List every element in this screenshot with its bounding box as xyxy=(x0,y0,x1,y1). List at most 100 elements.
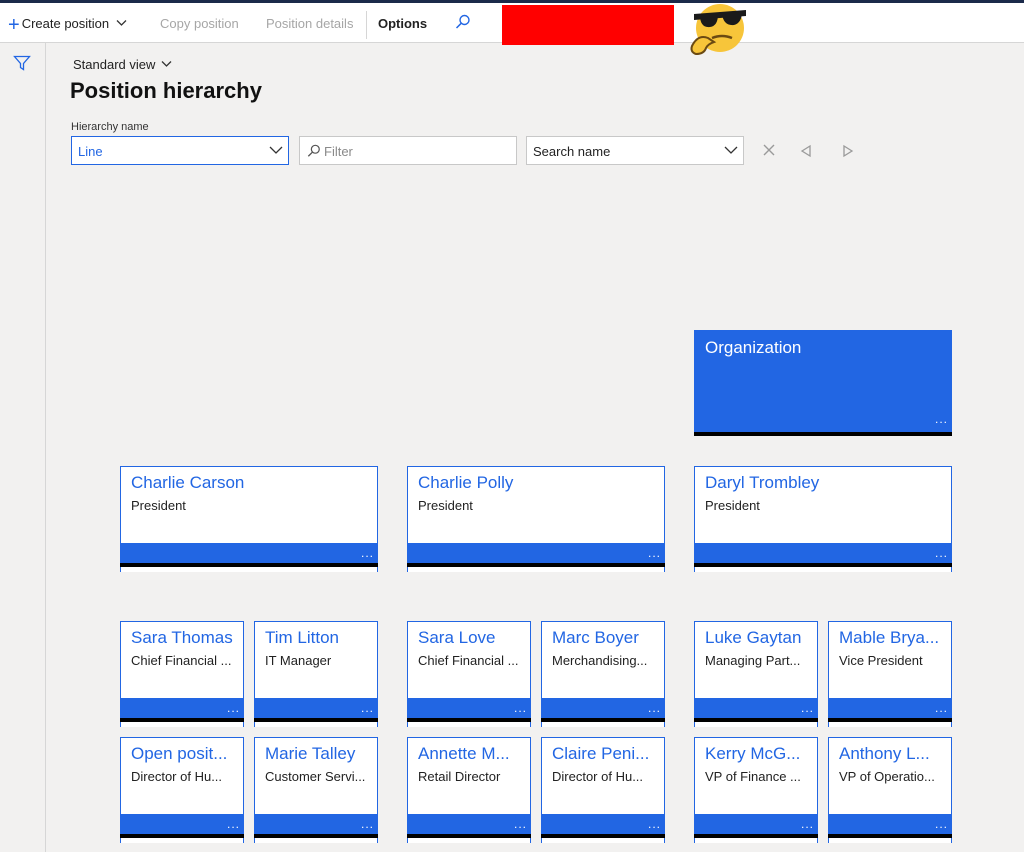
position-holder-name: Anthony L... xyxy=(839,744,930,763)
triangle-right-icon xyxy=(843,144,854,158)
filter-pane-button[interactable] xyxy=(13,55,31,76)
more-options-icon[interactable]: ... xyxy=(361,546,374,560)
position-title: Chief Financial ... xyxy=(418,653,519,668)
more-options-icon[interactable]: ... xyxy=(361,701,374,715)
position-card[interactable]: Annette M... Retail Director ... xyxy=(407,737,531,843)
organization-node[interactable]: Organization ... xyxy=(694,330,952,436)
card-footer: ... xyxy=(254,814,378,838)
action-pane: + Create position Copy position Position … xyxy=(0,0,1024,45)
card-footer: ... xyxy=(120,698,244,722)
position-holder-name: Sara Love xyxy=(418,628,496,647)
position-holder-name: Daryl Trombley xyxy=(705,473,820,492)
page-title: Position hierarchy xyxy=(70,78,262,103)
card-footer: ... xyxy=(828,814,952,838)
search-icon xyxy=(455,14,470,29)
position-holder-name: Kerry McG... xyxy=(705,744,801,763)
left-rail xyxy=(0,43,46,852)
position-title: President xyxy=(131,498,186,513)
create-position-button[interactable]: + Create position xyxy=(8,14,127,36)
more-options-icon[interactable]: ... xyxy=(648,817,661,831)
search-icon xyxy=(307,144,320,157)
position-card[interactable]: Marie Talley Customer Servi... ... xyxy=(254,737,378,843)
search-name-select[interactable]: Search name xyxy=(526,136,744,165)
card-footer: ... xyxy=(407,698,531,722)
view-selector[interactable]: Standard view xyxy=(73,57,172,72)
position-card[interactable]: Marc Boyer Merchandising... ... xyxy=(541,621,665,727)
more-options-icon[interactable]: ... xyxy=(935,546,948,560)
card-footer: ... xyxy=(120,814,244,838)
card-footer: ... xyxy=(694,698,818,722)
copy-position-button[interactable]: Copy position xyxy=(160,15,239,33)
position-holder-name: Charlie Polly xyxy=(418,473,514,492)
hierarchy-name-select[interactable]: Line xyxy=(71,136,289,165)
chevron-down-icon xyxy=(724,146,738,154)
hierarchy-name-value: Line xyxy=(78,144,103,159)
position-title: President xyxy=(418,498,473,513)
position-holder-name: Marie Talley xyxy=(265,744,356,763)
more-options-icon[interactable]: ... xyxy=(227,701,240,715)
position-title: VP of Finance ... xyxy=(705,769,801,784)
position-card[interactable]: Luke Gaytan Managing Part... ... xyxy=(694,621,818,727)
options-button[interactable]: Options xyxy=(378,15,427,33)
search-button[interactable] xyxy=(455,14,471,35)
position-card[interactable]: Mable Brya... Vice President ... xyxy=(828,621,952,727)
position-card[interactable]: Tim Litton IT Manager ... xyxy=(254,621,378,727)
more-options-icon[interactable]: ... xyxy=(801,817,814,831)
more-options-icon[interactable]: ... xyxy=(514,817,527,831)
close-icon xyxy=(763,144,775,156)
position-holder-name: Annette M... xyxy=(418,744,510,763)
more-options-icon[interactable]: ... xyxy=(227,817,240,831)
more-options-icon[interactable]: ... xyxy=(935,817,948,831)
position-card[interactable]: Charlie Polly President ... xyxy=(407,466,665,572)
position-holder-name: Marc Boyer xyxy=(552,628,639,647)
next-result-button[interactable] xyxy=(842,144,854,163)
redacted-block xyxy=(502,5,674,45)
position-card[interactable]: Anthony L... VP of Operatio... ... xyxy=(828,737,952,843)
position-card[interactable]: Claire Peni... Director of Hu... ... xyxy=(541,737,665,843)
position-title: IT Manager xyxy=(265,653,332,668)
position-title: Director of Hu... xyxy=(552,769,644,784)
filter-input[interactable] xyxy=(324,141,510,161)
node-name: Organization xyxy=(705,338,802,357)
card-footer: ... xyxy=(694,543,952,567)
card-footer: ... xyxy=(541,814,665,838)
search-name-value: Search name xyxy=(533,144,611,159)
plus-icon: + xyxy=(8,14,20,36)
position-holder-name: Mable Brya... xyxy=(839,628,940,647)
position-title: Customer Servi... xyxy=(265,769,366,784)
more-options-icon[interactable]: ... xyxy=(935,701,948,715)
position-holder-name: Open posit... xyxy=(131,744,228,763)
previous-result-button[interactable] xyxy=(800,144,812,163)
card-footer: ... xyxy=(407,543,665,567)
clear-search-button[interactable] xyxy=(762,143,776,162)
card-footer: ... xyxy=(120,543,378,567)
position-card[interactable]: Charlie Carson President ... xyxy=(120,466,378,572)
position-details-button[interactable]: Position details xyxy=(266,15,353,33)
more-options-icon[interactable]: ... xyxy=(514,701,527,715)
position-card[interactable]: Daryl Trombley President ... xyxy=(694,466,952,572)
position-title: Director of Hu... xyxy=(131,769,223,784)
position-title: VP of Operatio... xyxy=(839,769,935,784)
position-card[interactable]: Kerry McG... VP of Finance ... ... xyxy=(694,737,818,843)
position-card[interactable]: Sara Thomas Chief Financial ... ... xyxy=(120,621,244,727)
position-title: Merchandising... xyxy=(552,653,648,668)
more-options-icon[interactable]: ... xyxy=(648,701,661,715)
more-options-icon[interactable]: ... xyxy=(648,546,661,560)
more-options-icon[interactable]: ... xyxy=(935,412,948,426)
card-footer: ... xyxy=(407,814,531,838)
triangle-left-icon xyxy=(800,144,811,158)
card-footer: ... xyxy=(254,698,378,722)
position-card[interactable]: Open posit... Director of Hu... ... xyxy=(120,737,244,843)
more-options-icon[interactable]: ... xyxy=(801,701,814,715)
filter-field[interactable] xyxy=(299,136,517,165)
card-footer: ... xyxy=(541,698,665,722)
position-card[interactable]: Sara Love Chief Financial ... ... xyxy=(407,621,531,727)
position-holder-name: Charlie Carson xyxy=(131,473,245,492)
position-title: Managing Part... xyxy=(705,653,801,668)
chevron-down-icon xyxy=(269,146,283,154)
position-holder-name: Luke Gaytan xyxy=(705,628,802,647)
more-options-icon[interactable]: ... xyxy=(361,817,374,831)
toolbar-divider xyxy=(366,11,367,39)
chevron-down-icon xyxy=(161,61,172,67)
position-holder-name: Sara Thomas xyxy=(131,628,233,647)
